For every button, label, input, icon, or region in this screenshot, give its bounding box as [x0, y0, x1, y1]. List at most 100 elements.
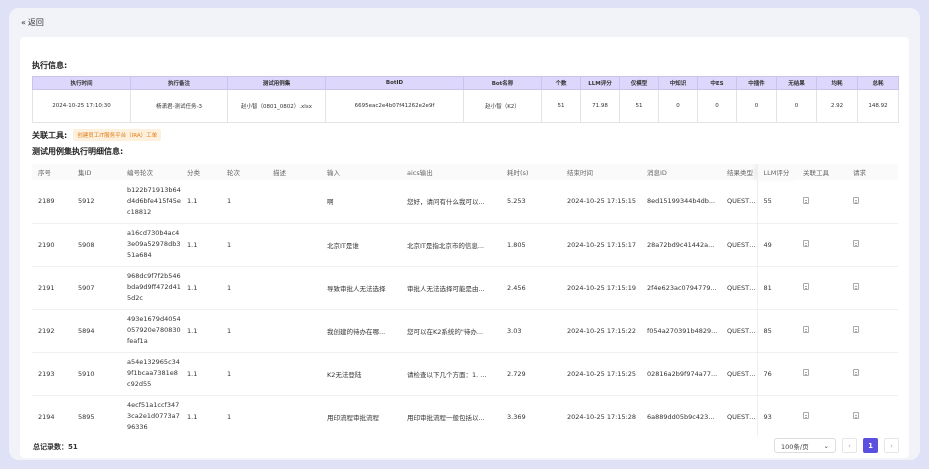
detail-title: 测试用例集执行明细信息:	[32, 147, 124, 156]
cell-category: 1.1	[181, 223, 221, 267]
detail-header-cell: 请求	[847, 164, 898, 180]
cell-input: 导致审批人无法选择	[321, 266, 401, 310]
cell-desc	[267, 266, 321, 310]
document-icon[interactable]	[853, 283, 859, 290]
detail-table-scroll[interactable]: 序号 集ID 编号轮次 分类 轮次 描述 输入 aics输出 耗时(s) 结束时间 消息ID 结果类型…	[32, 164, 898, 437]
cell-output: 您可以在K2系统的"待办...	[401, 309, 501, 353]
related-tools-label: 关联工具:	[32, 130, 68, 140]
cell-set-id: 5910	[72, 352, 121, 396]
cell-round: 1	[221, 309, 267, 353]
exec-value-cell: 51	[541, 89, 581, 123]
cell-msg: f054a270391b4829...	[641, 309, 721, 353]
cell-msg: 2f4e623ac0794779...	[641, 266, 721, 310]
tool-tag[interactable]: 创建员工IT服务平台（IRA）工单	[73, 129, 162, 141]
cell-desc	[267, 223, 321, 267]
exec-value-cell: 0	[658, 89, 698, 123]
cell-time: 2.729	[501, 352, 561, 396]
cell-msg: 6a889dd05b9c423...	[641, 395, 721, 437]
cell-score: 93	[756, 395, 797, 437]
exec-header-cell: LLM评分	[580, 76, 620, 90]
detail-header-cell: 结果类型	[721, 164, 757, 180]
cell-set-id: 5907	[72, 266, 121, 310]
cell-time: 3.369	[501, 395, 561, 437]
detail-header-cell: 消息ID	[641, 164, 721, 180]
document-icon[interactable]	[853, 196, 859, 204]
exec-header-cell: Bot名称	[463, 76, 542, 90]
page-container: « 返回 执行信息: 执行时间 执行备注 测试用例集 BotID Bot名称 个数 LLM评…	[9, 8, 920, 460]
cell-set-id: 5908	[72, 223, 121, 267]
detail-header-cell: 关联工具	[797, 164, 847, 180]
cell-code: 493e1679d4054057920e780830feaf1a	[121, 309, 181, 353]
cell-set-id: 5894	[72, 309, 121, 353]
exec-header-cell: 执行备注	[130, 76, 228, 90]
cell-code: a54e132965c349f1bcaa7381e8c92d55	[121, 352, 181, 396]
document-icon[interactable]	[853, 326, 859, 333]
cell-score: 81	[756, 266, 797, 310]
cell-msg: 02816a2b9f974a77...	[641, 352, 721, 396]
double-chevron-left-icon: «	[21, 18, 26, 27]
prev-page-button[interactable]: ‹	[842, 438, 857, 453]
cell-end: 2024-10-25 17:15:15	[561, 180, 641, 224]
document-icon[interactable]	[803, 412, 809, 419]
exec-header-cell: 均耗	[816, 76, 858, 90]
detail-header-cell: 轮次	[221, 164, 267, 180]
chevron-down-icon: ⌄	[823, 441, 829, 450]
exec-header-cell: 总耗	[857, 76, 899, 90]
cell-type: QUESTION	[721, 180, 757, 224]
back-label: 返回	[27, 18, 44, 27]
cell-type: QUESTION	[721, 309, 757, 353]
cell-request	[847, 266, 898, 310]
exec-value-cell: 71.98	[580, 89, 620, 123]
document-icon[interactable]	[803, 240, 809, 247]
cell-desc	[267, 180, 321, 224]
exec-header-cell: 执行时间	[32, 76, 131, 90]
back-button[interactable]: « 返回	[21, 17, 44, 28]
cell-seq: 2189	[32, 180, 72, 224]
cell-round: 1	[221, 395, 267, 437]
exec-value-cell: 0	[697, 89, 737, 123]
cell-tool	[797, 223, 847, 267]
cell-input: 我创建的待办在哪...	[321, 309, 401, 353]
exec-value-cell: 2.92	[816, 89, 858, 123]
page-number-current[interactable]: 1	[863, 438, 878, 453]
cell-round: 1	[221, 223, 267, 267]
document-icon[interactable]	[853, 412, 859, 419]
page-size-select[interactable]: 100条/页 ⌄	[774, 438, 836, 453]
cell-end: 2024-10-25 17:15:25	[561, 352, 641, 396]
document-icon[interactable]	[803, 283, 809, 290]
document-icon[interactable]	[853, 240, 859, 247]
exec-header-cell: 无结果	[776, 76, 817, 90]
table-row: 2193 5910 a54e132965c349f1bcaa7381e8c92d55…	[32, 352, 898, 396]
cell-seq: 2191	[32, 266, 72, 310]
exec-value-cell: 2024-10-25 17:10:30	[32, 89, 131, 123]
cell-tool	[797, 352, 847, 396]
content-card: 执行信息: 执行时间 执行备注 测试用例集 BotID Bot名称 个数 LLM评分 仅模型中…	[20, 37, 909, 458]
detail-table: 序号 集ID 编号轮次 分类 轮次 描述 输入 aics输出 耗时(s) 结束时间 消息ID 结果类型…	[32, 164, 898, 437]
cell-set-id: 5895	[72, 395, 121, 437]
cell-score: 55	[756, 180, 797, 224]
cell-input: K2无法登陆	[321, 352, 401, 396]
document-icon[interactable]	[803, 369, 809, 376]
cell-type: QUESTION	[721, 352, 757, 396]
exec-value-cell: 赵小智（0801_0802）.xlsx	[227, 89, 326, 123]
exec-value-cell: 51	[619, 89, 659, 123]
cell-tool	[797, 395, 847, 437]
document-icon[interactable]	[803, 196, 809, 204]
cell-output: 北京IT是指北京市的信息...	[401, 223, 501, 267]
cell-code: 4ecf51a1ccf3473ca2e1d0773a796336	[121, 395, 181, 437]
exec-value-cell: 0	[736, 89, 777, 123]
cell-score: 49	[756, 223, 797, 267]
detail-header-cell: LLM评分	[756, 164, 797, 180]
detail-header-cell: 序号	[32, 164, 72, 180]
exec-value-cell: 148.92	[857, 89, 899, 123]
next-page-button[interactable]: ›	[884, 438, 899, 453]
cell-request	[847, 223, 898, 267]
detail-header-cell: 输入	[321, 164, 401, 180]
document-icon[interactable]	[853, 369, 859, 376]
cell-category: 1.1	[181, 266, 221, 310]
cell-input: 用印流程审批流程	[321, 395, 401, 437]
exec-header-cell: 测试用例集	[227, 76, 326, 90]
exec-header-cell: 中知识	[658, 76, 698, 90]
related-tools: 关联工具: 创建员工IT服务平台（IRA）工单	[32, 129, 162, 141]
document-icon[interactable]	[803, 326, 809, 333]
